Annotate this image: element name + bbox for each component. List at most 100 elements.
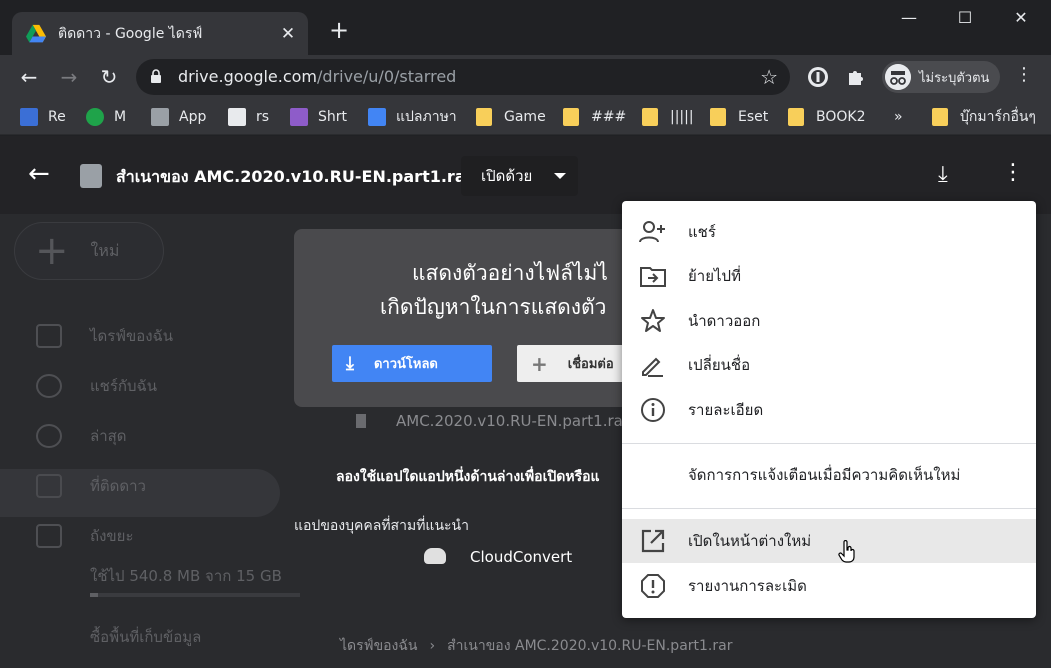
bookmark-label: BOOK2 [816,109,866,125]
folder-icon [932,108,948,126]
preview-file-title: สำเนาของ AMC.2020.v10.RU-EN.part1.rar [116,167,474,186]
menu-item-label: เปิดในหน้าต่างใหม่ [688,532,812,550]
menu-item-rename[interactable]: เปลี่ยนชื่อ [622,343,1036,387]
bookmark-rs[interactable]: rs [228,107,269,127]
menu-item-label: ย้ายไปที่ [688,267,741,285]
google-drive-icon [26,24,46,42]
reload-button[interactable]: ↻ [96,64,122,90]
bookmark-m[interactable]: M [86,107,126,127]
bookmark-folder-book2[interactable]: BOOK2 [788,107,866,127]
bookmark-star-icon[interactable]: ☆ [760,65,778,89]
bookmark-re[interactable]: Re [20,107,66,127]
bookmark-translate[interactable]: แปลภาษา [368,107,457,127]
browser-tab[interactable]: ติดดาว - Google ไดรฟ์ ✕ [12,12,308,55]
back-button[interactable]: ← [16,64,42,90]
window-close-button[interactable]: ✕ [998,8,1044,27]
folder-icon [563,108,579,126]
caret-down-icon [554,173,566,179]
more-actions-icon[interactable]: ⋮ [1002,160,1024,185]
bookmark-label: ||||| [670,109,694,125]
menu-item-label: นำดาวออก [688,312,761,330]
cloudconvert-icon[interactable] [424,548,446,564]
bookmarks-bar: Re M App rs Shrt แปลภาษา Game ### ||||| … [0,99,1051,135]
menu-item-report-abuse[interactable]: รายงานการละเมิด [622,564,1036,608]
download-button[interactable]: ⤓ ดาวน์โหลด [332,345,492,382]
menu-item-share[interactable]: แชร์ [622,210,1036,254]
sidebar-label: ที่ติดดาว [90,477,146,495]
menu-item-move-to[interactable]: ย้ายไปที่ [622,254,1036,298]
menu-icon-spacer [638,460,668,490]
maximize-button[interactable]: ☐ [942,8,988,27]
move-to-icon [638,261,668,291]
menu-item-open-in-new-window[interactable]: เปิดในหน้าต่างใหม่ [622,519,1036,563]
pencil-icon [638,350,668,380]
bookmark-folder-bars[interactable]: ||||| [642,107,694,127]
bookmark-label: บุ๊กมาร์กอื่นๆ [960,109,1036,125]
hand-pointer-cursor-icon [838,540,855,563]
translate-icon [368,108,386,126]
password-manager-extension-icon[interactable] [806,65,830,89]
sidebar-item-trash[interactable]: ถังขยะ [36,522,134,550]
url-text: drive.google.com/drive/u/0/starred [178,67,456,86]
bookmark-label: Shrt [318,109,348,125]
new-tab-button[interactable]: + [326,18,352,42]
connect-button-label: เชื่อมต่อ [567,357,614,372]
sidebar-label: ถังขยะ [90,527,134,545]
download-icon: ⤓ [346,353,354,374]
sidebar-item-shared[interactable]: แชร์กับฉัน [36,372,157,400]
preview-error-card: แสดงตัวอย่างไฟล์ไม่ไ เกิดปัญหาในการแสดงต… [294,229,654,407]
rs-icon [228,108,246,126]
bookmark-label: แปลภาษา [396,109,457,125]
storage-usage: ใช้ไป 540.8 MB จาก 15 GB [90,567,282,585]
menu-item-label: เปลี่ยนชื่อ [688,356,751,374]
m-icon [86,108,104,126]
open-with-label: เปิดด้วย [481,167,533,185]
menu-item-details[interactable]: รายละเอียด [622,388,1036,432]
forward-button[interactable]: → [56,64,82,90]
chrome-menu-icon[interactable]: ⋮ [1015,64,1033,85]
file-name-text: AMC.2020.v10.RU-EN.part1.rar [396,412,629,430]
menu-divider [622,443,1036,444]
menu-item-remove-star[interactable]: นำดาวออก [622,299,1036,343]
new-button-label: ใหม่ [90,240,120,260]
people-icon [36,374,62,398]
buy-storage-link[interactable]: ซื้อพื้นที่เก็บข้อมูล [90,623,201,651]
address-bar[interactable]: drive.google.com/drive/u/0/starred ☆ [136,59,790,95]
incognito-profile-button[interactable]: ไม่ระบุตัวตน [882,61,1000,93]
bookmark-folder-eset[interactable]: Eset [710,107,768,127]
cloudconvert-app[interactable]: CloudConvert [470,548,572,566]
breadcrumb-root[interactable]: ไดรฟ์ของฉัน [340,635,418,657]
star-outline-icon [638,306,668,336]
bookmark-folder-hash[interactable]: ### [563,107,626,127]
bookmark-shrt[interactable]: Shrt [290,107,347,127]
sidebar-label: แชร์กับฉัน [90,377,157,395]
menu-item-manage-comment-notifications[interactable]: จัดการการแจ้งเตือนเมื่อมีความคิดเห็นใหม่ [622,453,1036,497]
info-icon [638,395,668,425]
breadcrumb-file: สำเนาของ AMC.2020.v10.RU-EN.part1.rar [447,638,733,654]
sidebar-item-starred[interactable]: ที่ติดดาว [36,472,146,500]
star-icon [36,474,62,498]
extensions-puzzle-icon[interactable] [845,65,869,89]
url-path: /drive/u/0/starred [317,67,457,86]
minimize-button[interactable]: — [886,8,932,27]
menu-item-label: จัดการการแจ้งเตือนเมื่อมีความคิดเห็นใหม่ [688,466,961,484]
other-bookmarks[interactable]: บุ๊กมาร์กอื่นๆ [932,107,1036,127]
tab-title: ติดดาว - Google ไดรฟ์ [58,25,203,42]
bookmark-folder-game[interactable]: Game [476,107,546,127]
bookmark-app[interactable]: App [151,107,206,127]
folder-icon [642,108,658,126]
sidebar-item-recent[interactable]: ล่าสุด [36,422,127,450]
tab-close-icon[interactable]: ✕ [278,24,298,44]
new-button[interactable]: + ใหม่ [14,222,164,280]
suggested-apps-heading: แอปของบุคคลที่สามที่แนะนำ [294,518,469,534]
bookmarks-overflow-button[interactable]: » [894,107,903,127]
sidebar-item-my-drive[interactable]: ไดรฟ์ของฉัน [36,322,173,350]
clock-icon [36,424,62,448]
breadcrumb-separator: › [429,638,436,654]
download-icon[interactable]: ⤓ [938,162,948,187]
storage-bar-fill [90,593,98,597]
sidebar-label: ล่าสุด [90,427,127,445]
drive-icon [36,324,62,348]
open-with-button[interactable]: เปิดด้วย [461,156,578,196]
close-preview-back-arrow-icon[interactable]: ← [28,160,50,188]
